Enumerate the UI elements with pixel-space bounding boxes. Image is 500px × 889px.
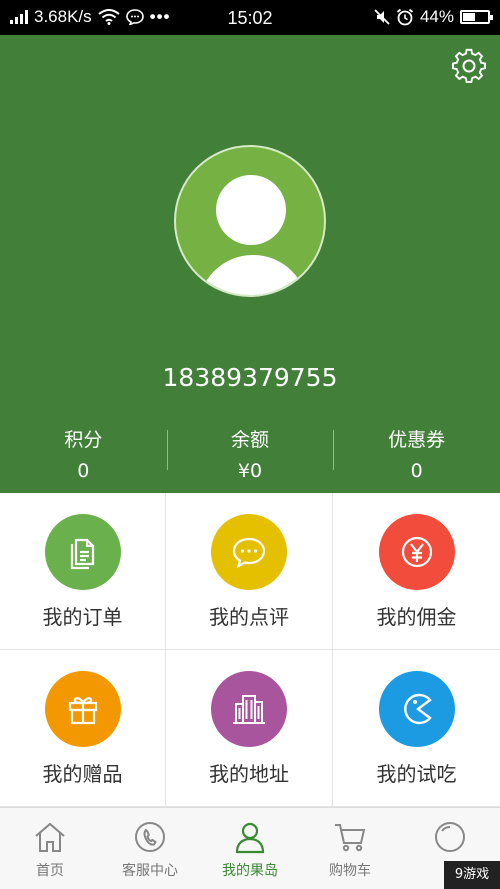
stat-coupons[interactable]: 优惠券 0: [333, 425, 500, 485]
avatar-body: [198, 255, 308, 295]
menu-grid: 我的订单 我的点评 我的佣金 我的赠品 我的地址 我的试吃: [0, 493, 500, 807]
menu-item-comments[interactable]: 我的点评: [166, 493, 333, 650]
pacman-icon: [403, 693, 432, 725]
menu-label: 我的地址: [209, 762, 289, 786]
status-right: 44%: [374, 7, 493, 27]
building-icon: [233, 695, 265, 724]
home-icon: [35, 822, 65, 852]
gift-icon: [68, 697, 97, 725]
menu-icon-circle: [378, 514, 455, 590]
menu-item-orders[interactable]: 我的订单: [0, 493, 166, 650]
menu-label: 我的赠品: [42, 762, 123, 786]
tab-label: 首页: [36, 863, 64, 879]
user-icon: [235, 822, 265, 854]
phone-icon: [135, 822, 165, 852]
menu-label: 我的佣金: [376, 605, 457, 629]
stats-row: 积分 0 余额 ¥0 优惠券 0: [0, 425, 500, 485]
bottom-tab-bar: 首页 客服中心 我的果岛 购物车 9游戏: [0, 807, 500, 889]
tab-my-profile[interactable]: 我的果岛: [200, 808, 300, 889]
avatar[interactable]: [174, 145, 326, 297]
comment-icon: [232, 537, 266, 569]
battery-icon: [460, 10, 493, 24]
circle-icon: [435, 822, 465, 852]
cart-icon: [335, 824, 366, 852]
alarm-icon: [396, 8, 414, 26]
profile-header: 18389379755 积分 0 余额 ¥0 优惠券 0: [0, 35, 500, 493]
watermark-logo: 9游戏: [444, 861, 500, 889]
menu-label: 我的点评: [209, 605, 289, 629]
menu-icon-circle: [211, 671, 287, 747]
stat-value: 0: [410, 460, 423, 482]
stat-points[interactable]: 积分 0: [0, 425, 167, 485]
tab-cart[interactable]: 购物车: [300, 808, 400, 889]
stat-label: 余额: [231, 429, 270, 451]
stat-label: 积分: [64, 429, 103, 451]
mute-icon: [374, 9, 390, 25]
menu-icon-circle: [378, 671, 455, 747]
menu-label: 我的订单: [42, 605, 123, 629]
stat-value: 0: [77, 460, 90, 482]
stat-label: 优惠券: [388, 429, 446, 451]
tab-customer-service[interactable]: 客服中心: [100, 808, 200, 889]
tab-label: 购物车: [329, 863, 371, 879]
settings-gear-icon[interactable]: [450, 47, 488, 85]
status-bar: 3.68K/s ••• 15:02 44%: [0, 0, 500, 35]
tab-label: 客服中心: [122, 863, 178, 879]
battery-percent: 44%: [419, 7, 454, 26]
menu-icon-circle: [211, 514, 287, 590]
avatar-head: [216, 175, 286, 245]
menu-icon-circle: [44, 671, 121, 747]
menu-item-gifts[interactable]: 我的赠品: [0, 650, 166, 807]
stat-value: ¥0: [237, 460, 263, 482]
commission-icon: [401, 536, 432, 568]
menu-label: 我的试吃: [376, 762, 457, 786]
menu-item-tasting[interactable]: 我的试吃: [333, 650, 500, 807]
menu-item-address[interactable]: 我的地址: [166, 650, 333, 807]
menu-item-commission[interactable]: 我的佣金: [333, 493, 500, 650]
tab-label: 我的果岛: [222, 863, 278, 879]
stat-balance[interactable]: 余额 ¥0: [166, 425, 334, 485]
user-phone-number: 18389379755: [162, 363, 338, 392]
orders-icon: [70, 538, 94, 570]
tab-home[interactable]: 首页: [0, 808, 100, 889]
menu-icon-circle: [44, 514, 121, 590]
